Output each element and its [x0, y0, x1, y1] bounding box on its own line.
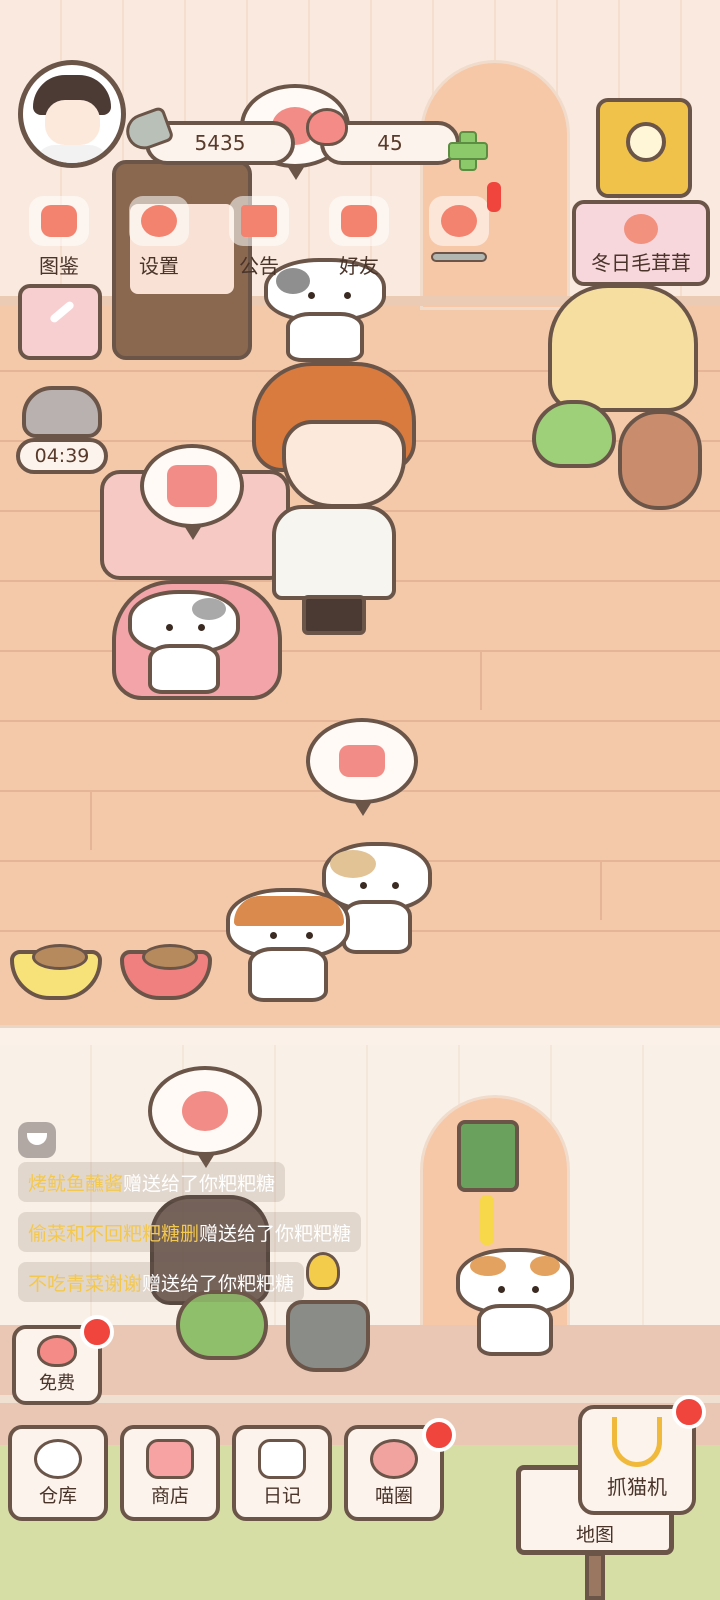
- chat-request-bubble[interactable]: [306, 718, 418, 816]
- notification-badge: [422, 1418, 456, 1452]
- notification-badge: [672, 1395, 706, 1429]
- edit-room-button[interactable]: [18, 284, 102, 360]
- claw-icon: [612, 1417, 662, 1467]
- ground-strip: [0, 1395, 720, 1403]
- announcement-button[interactable]: 公告: [216, 196, 302, 279]
- broken-heart-icon: [441, 205, 477, 237]
- floor-gap: [90, 790, 92, 850]
- fish-count: 5435: [194, 131, 246, 155]
- chat-sender: 不吃青菜谢谢: [28, 1272, 143, 1295]
- collection-button[interactable]: 图鉴: [16, 196, 102, 279]
- chat-sender: 偷菜和不回粑粑糖删: [28, 1222, 200, 1245]
- shop-button[interactable]: 商店: [120, 1425, 220, 1521]
- claw-machine-label: 抓猫机: [607, 1475, 667, 1499]
- collection-label: 图鉴: [39, 254, 79, 278]
- settings-label: 设置: [139, 254, 179, 278]
- speech-icon: [339, 745, 385, 777]
- shop-icon: [146, 1439, 194, 1479]
- cat-circle-label: 喵圈: [374, 1485, 413, 1507]
- charm-tassel: [480, 1195, 494, 1245]
- gear-icon: [141, 205, 177, 237]
- heart-icon: [182, 1091, 228, 1131]
- timer: 04:39: [16, 438, 108, 474]
- mouse-icon[interactable]: [22, 386, 102, 438]
- friends-button[interactable]: 好友: [316, 196, 402, 279]
- event-sign[interactable]: 冬日毛茸茸: [572, 200, 710, 286]
- flower-pot[interactable]: [286, 1300, 370, 1372]
- warehouse-label: 仓库: [38, 1485, 77, 1507]
- friends-label: 好友: [339, 254, 379, 278]
- chat-text: 赠送给了你粑粑糖: [142, 1272, 295, 1295]
- announcement-label: 公告: [239, 254, 279, 278]
- heart-icon: [37, 1335, 77, 1367]
- floor-divider: [0, 1025, 720, 1045]
- map-sign-post: [585, 1552, 605, 1600]
- timer-value: 04:39: [34, 445, 90, 467]
- chat-message: 烤鱿鱼蘸酱 赠送给了你粑粑糖: [18, 1162, 286, 1202]
- floor-gap: [600, 860, 602, 920]
- camera-icon[interactable]: [596, 98, 692, 198]
- shop-label: 商店: [150, 1485, 189, 1507]
- cat-orange-tabby[interactable]: [456, 1248, 574, 1356]
- exclamation-icon: [487, 182, 501, 212]
- event-sign-label: 冬日毛茸茸: [591, 251, 691, 275]
- straw-hut-furniture[interactable]: [548, 284, 698, 412]
- player-avatar[interactable]: [18, 60, 126, 168]
- diary-label: 日记: [262, 1485, 301, 1507]
- likes-progress-bar: [431, 252, 487, 262]
- warehouse-button[interactable]: 仓库: [8, 1425, 108, 1521]
- cat-orange-white[interactable]: [226, 888, 350, 1002]
- free-reward-label: 免费: [39, 1373, 75, 1394]
- friends-icon: [341, 205, 377, 237]
- diary-button[interactable]: 日记: [232, 1425, 332, 1521]
- chat-toggle-button[interactable]: [18, 1122, 56, 1158]
- heart-icon: [306, 108, 348, 146]
- chat-message: 不吃青菜谢谢 赠送给了你粑粑糖: [18, 1262, 305, 1302]
- chat-text: 赠送给了你粑粑糖: [199, 1222, 352, 1245]
- player-character-legs: [302, 595, 366, 635]
- cat-head-icon: [41, 205, 77, 237]
- warehouse-icon: [34, 1439, 82, 1479]
- planet-cat-icon: [370, 1439, 418, 1479]
- avatar-face: [45, 100, 100, 145]
- monkey-plush[interactable]: [618, 410, 702, 510]
- cat-gray-white[interactable]: [128, 590, 240, 694]
- frog-plush[interactable]: [532, 400, 616, 468]
- notification-badge: [80, 1315, 114, 1349]
- heart-count: 45: [377, 131, 403, 155]
- chat-sender: 烤鱿鱼蘸酱: [28, 1172, 124, 1195]
- food-request-bubble[interactable]: [140, 444, 244, 540]
- floor-line: [0, 650, 720, 652]
- heart-request-bubble-lower[interactable]: [148, 1066, 262, 1168]
- diary-icon: [258, 1439, 306, 1479]
- add-currency-button[interactable]: [445, 128, 488, 171]
- map-label: 地图: [575, 1524, 614, 1546]
- gift-icon: [241, 205, 277, 237]
- chat-message: 偷菜和不回粑粑糖删 赠送给了你粑粑糖: [18, 1212, 362, 1252]
- chat-text: 赠送给了你粑粑糖: [123, 1172, 276, 1195]
- paw-icon: [624, 214, 658, 244]
- player-character-face[interactable]: [282, 420, 406, 508]
- utensils-icon: [167, 465, 217, 507]
- floor-gap: [480, 650, 482, 710]
- settings-button[interactable]: 设置: [116, 196, 202, 279]
- player-character-body[interactable]: [272, 505, 396, 600]
- tulip-flower: [306, 1252, 340, 1290]
- omamori-charm[interactable]: [457, 1120, 519, 1192]
